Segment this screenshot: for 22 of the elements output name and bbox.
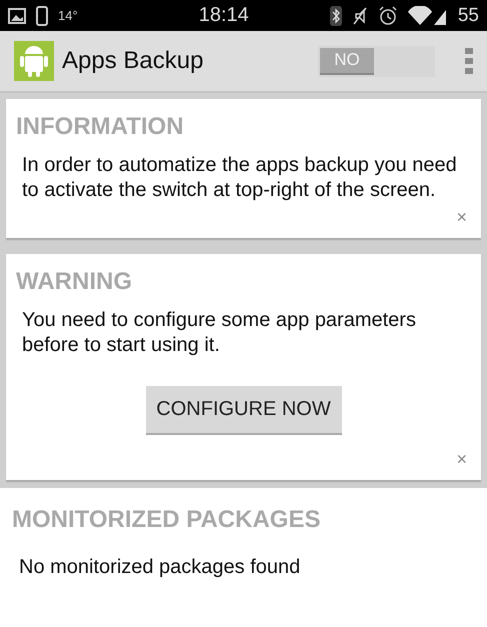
card-title: WARNING: [16, 268, 133, 296]
temperature: 14°: [58, 8, 78, 23]
configure-button[interactable]: CONFIGURE NOW: [146, 386, 342, 435]
toggle-switch[interactable]: NO: [318, 46, 435, 76]
alarm-icon: [378, 6, 398, 26]
card-text: You need to configure some app parameters before to start using it.: [22, 308, 417, 358]
card-text: In order to automatize the apps backup you need to activate the switch at top-right of the screen.: [22, 153, 458, 203]
empty-message: No monitorized packages found: [19, 556, 302, 579]
signal-icon: [408, 6, 448, 26]
robot-logo-icon: [14, 41, 54, 81]
bluetooth-icon: [330, 6, 342, 26]
card-title: INFORMATION: [16, 113, 185, 141]
overflow-menu-icon[interactable]: [465, 48, 473, 74]
muted-icon: [352, 6, 368, 26]
app-title: Apps Backup: [62, 47, 204, 75]
close-icon[interactable]: ×: [456, 207, 467, 228]
close-icon[interactable]: ×: [456, 449, 467, 470]
section-title: MONITORIZED PACKAGES: [12, 506, 322, 534]
battery-level: 55: [458, 4, 479, 26]
picture-icon: [8, 8, 26, 24]
phone-icon: [36, 6, 48, 26]
clock: 18:14: [198, 4, 250, 27]
